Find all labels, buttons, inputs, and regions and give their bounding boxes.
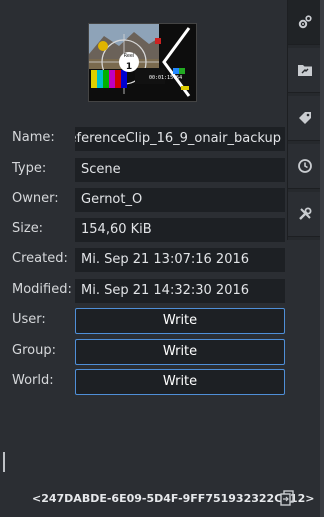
group-permission-row: Group: Write <box>0 339 290 365</box>
created-row: Created: Mi. Sep 21 13:07:16 2016 <box>0 247 290 273</box>
thumbnail-image: Reel 1 00:01:15:54 <box>89 24 196 101</box>
properties-panel: Reel 1 00:01:15:54 Name: ReferenceClip_1… <box>0 0 321 517</box>
type-value: Scene <box>75 158 285 182</box>
name-label: Name: <box>12 130 55 145</box>
tag-tab-button[interactable] <box>288 96 321 141</box>
window-edge <box>320 0 324 517</box>
user-permission-row: User: Write <box>0 308 290 334</box>
name-row: Name: ReferenceClip_16_9_onair_backup <box>0 126 290 152</box>
tag-icon <box>298 112 311 124</box>
history-clock-icon <box>297 159 312 173</box>
type-row: Type: Scene <box>0 157 290 183</box>
history-tab-button[interactable] <box>288 144 321 189</box>
folder-tab-button[interactable] <box>288 48 321 93</box>
created-label: Created: <box>12 251 68 266</box>
tools-tab-button[interactable] <box>288 192 321 237</box>
group-permission-button[interactable]: Write <box>75 339 285 365</box>
uuid-label: <247DABDE-6E09-5D4F-9FF751932322C412> <box>32 492 315 505</box>
reel-label: Reel <box>124 53 135 59</box>
world-permission-row: World: Write <box>0 369 290 395</box>
owner-value: Gernot_O <box>75 188 285 212</box>
modified-value: Mi. Sep 21 14:32:30 2016 <box>75 279 285 303</box>
name-value[interactable]: ReferenceClip_16_9_onair_backup <box>75 127 285 151</box>
modified-label: Modified: <box>12 282 72 297</box>
owner-row: Owner: Gernot_O <box>0 187 290 213</box>
reel-number: 1 <box>126 62 132 72</box>
size-row: Size: 154,60 KiB <box>0 217 290 243</box>
group-label: Group: <box>12 343 56 358</box>
size-label: Size: <box>12 221 44 236</box>
user-permission-button[interactable]: Write <box>75 308 285 334</box>
user-label: User: <box>12 312 46 327</box>
side-toolbar <box>287 0 321 240</box>
tools-icon <box>298 207 311 220</box>
size-value: 154,60 KiB <box>75 218 285 242</box>
created-value: Mi. Sep 21 13:07:16 2016 <box>75 248 285 272</box>
copy-uuid-icon[interactable] <box>280 490 294 506</box>
world-permission-button[interactable]: Write <box>75 369 285 395</box>
gear-cluster-icon <box>298 15 312 29</box>
properties-tab-button[interactable] <box>288 0 321 45</box>
owner-label: Owner: <box>12 191 59 206</box>
folder-icon <box>297 65 312 76</box>
resize-handle[interactable] <box>3 452 5 472</box>
type-label: Type: <box>12 161 47 176</box>
scene-thumbnail: Reel 1 00:01:15:54 <box>88 23 197 102</box>
modified-row: Modified: Mi. Sep 21 14:32:30 2016 <box>0 278 290 304</box>
world-label: World: <box>12 373 54 388</box>
